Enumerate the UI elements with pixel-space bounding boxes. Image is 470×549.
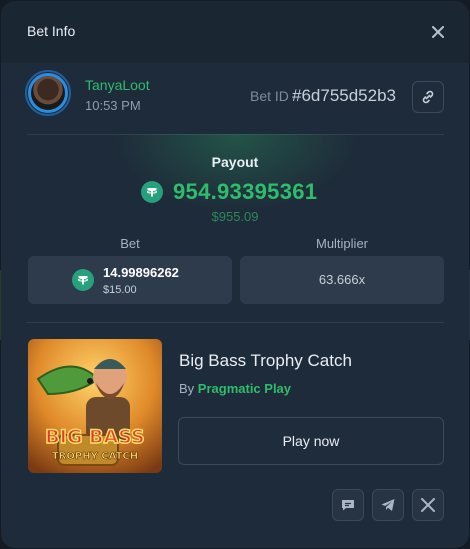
- bet-label: Bet: [120, 236, 140, 251]
- x-icon: [421, 498, 435, 512]
- share-telegram-button[interactable]: [372, 489, 404, 521]
- close-button[interactable]: [427, 21, 449, 43]
- provider-prefix: By: [179, 381, 195, 396]
- divider: [27, 322, 444, 323]
- bet-id-label: Bet ID: [250, 88, 289, 104]
- share-x-button[interactable]: [412, 489, 444, 521]
- game-thumbnail[interactable]: BIG BASS TROPHY CATCH: [28, 339, 162, 473]
- play-now-button[interactable]: Play now: [178, 417, 444, 465]
- thumb-title-line1: BIG BASS: [45, 426, 144, 448]
- bet-time: 10:53 PM: [85, 98, 141, 113]
- tether-icon: [72, 269, 94, 291]
- bet-usd: $15.00: [103, 284, 137, 296]
- chat-icon: [342, 500, 354, 511]
- bet-info-modal: Bet Info TanyaLoot 10:53 PM Bet ID #6d75…: [1, 1, 469, 548]
- tether-icon: [141, 181, 163, 203]
- payout-label: Payout: [211, 154, 259, 170]
- payout-row: 954.93395361: [141, 179, 317, 205]
- link-icon: [422, 90, 434, 104]
- telegram-icon: [381, 499, 395, 511]
- modal-header: Bet Info: [1, 1, 469, 63]
- bet-id-value: #6d755d52b3: [292, 86, 397, 105]
- username-link[interactable]: TanyaLoot: [85, 77, 150, 93]
- payout-usd: $955.09: [211, 209, 259, 224]
- thumb-title-line2: TROPHY CATCH: [52, 451, 138, 462]
- bet-amount: 14.99896262: [103, 265, 179, 280]
- payout-amount: 954.93395361: [173, 179, 318, 204]
- provider-link[interactable]: Pragmatic Play: [198, 381, 291, 396]
- multiplier-value: 63.666x: [318, 272, 366, 287]
- modal-title: Bet Info: [27, 23, 76, 39]
- share-chat-button[interactable]: [332, 489, 364, 521]
- close-icon: [432, 26, 444, 38]
- bet-box: 14.99896262 $15.00: [28, 256, 232, 304]
- game-title[interactable]: Big Bass Trophy Catch: [179, 351, 352, 371]
- multiplier-label: Multiplier: [315, 236, 368, 251]
- avatar[interactable]: [28, 73, 68, 113]
- multiplier-box: 63.666x: [240, 256, 444, 304]
- provider-row: By Pragmatic Play: [179, 381, 291, 396]
- copy-link-button[interactable]: [412, 81, 444, 113]
